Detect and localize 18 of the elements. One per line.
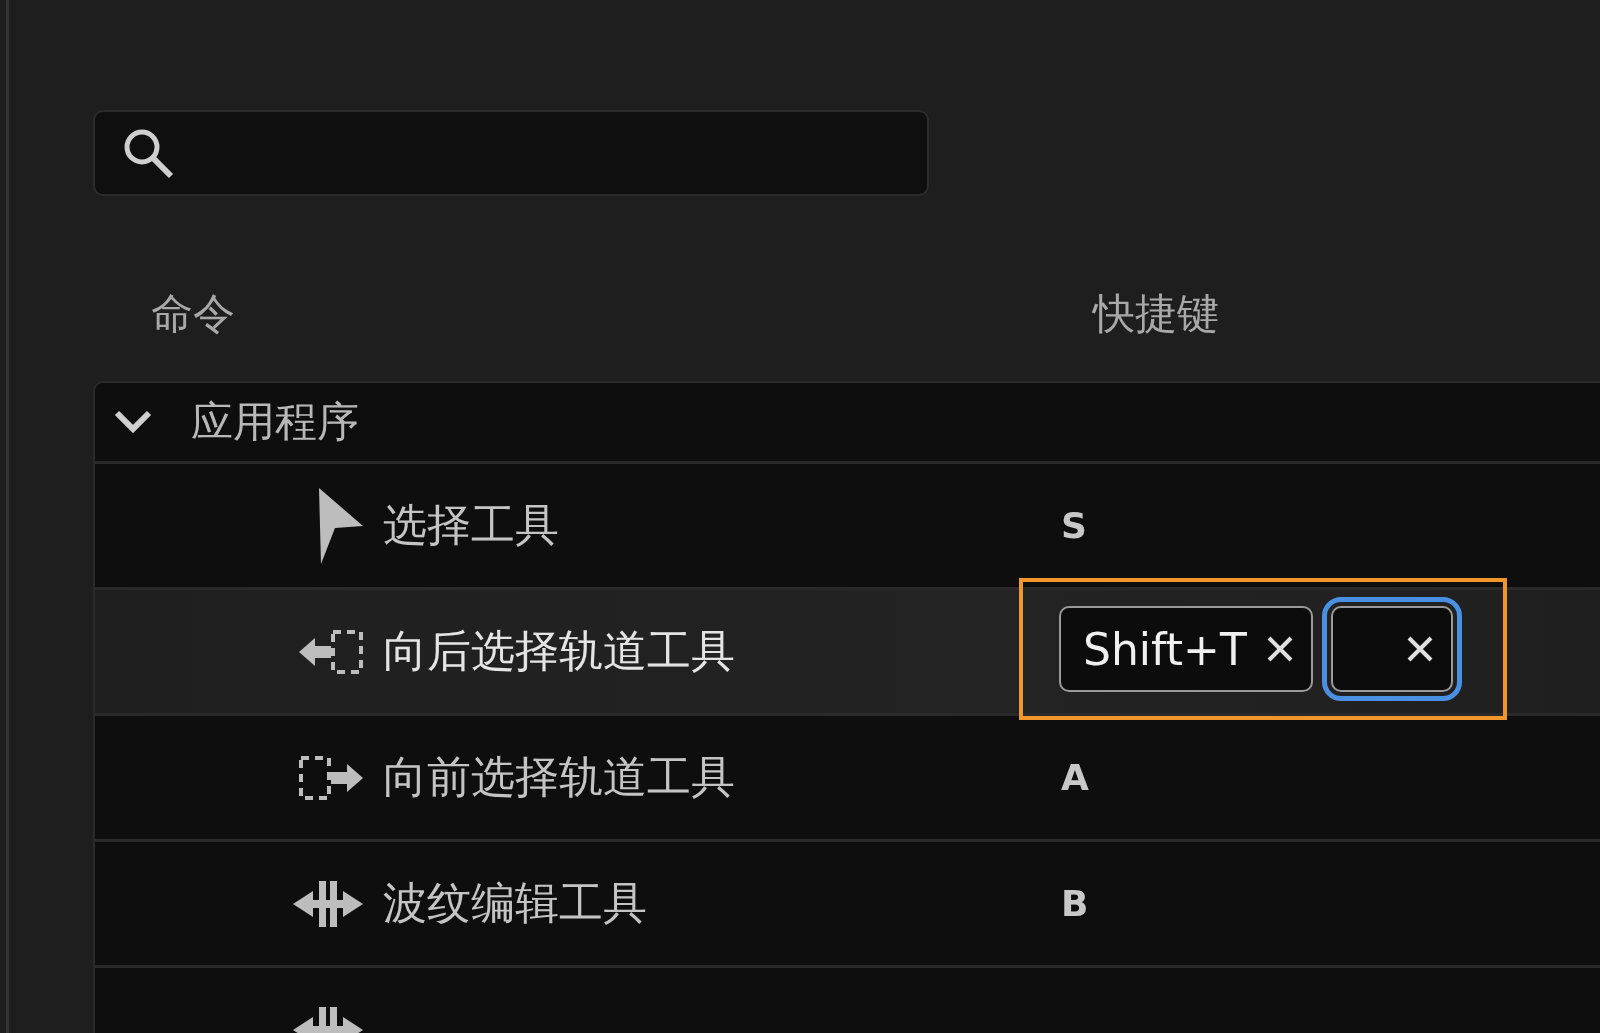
- command-label: 波纹编辑工具: [383, 876, 648, 930]
- ripple-arrows-icon: [291, 878, 365, 929]
- shortcut-text: Shift+T: [1083, 623, 1247, 675]
- search-field[interactable]: [93, 110, 929, 196]
- group-toggle[interactable]: [113, 409, 153, 435]
- command-label: 向后选择轨道工具: [383, 624, 736, 678]
- arrow-dashed-box-icon: [297, 627, 365, 676]
- group-label: 应用程序: [191, 396, 359, 448]
- column-header: 快捷键: [1093, 287, 1220, 340]
- dashed-box-arrow-icon: [297, 753, 365, 802]
- shortcut-key: A: [1061, 757, 1089, 798]
- shortcut-key: B: [1061, 883, 1089, 924]
- command-label: 选择工具: [383, 498, 560, 552]
- chevron-icon: [113, 409, 153, 435]
- column-header: 命令: [150, 287, 236, 340]
- command-label: 向前选择轨道工具: [383, 750, 736, 804]
- shortcut-key: S: [1061, 505, 1087, 546]
- shortcut-chip[interactable]: Shift+T: [1059, 606, 1313, 692]
